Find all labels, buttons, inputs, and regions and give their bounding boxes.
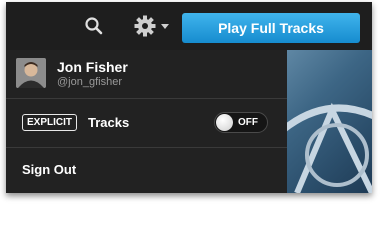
top-bar: Play Full Tracks <box>6 2 372 50</box>
search-icon <box>85 17 103 35</box>
avatar <box>16 58 46 88</box>
play-full-tracks-button[interactable]: Play Full Tracks <box>182 13 360 43</box>
search-button[interactable] <box>72 2 116 50</box>
user-profile-row[interactable]: Jon Fisher @jon_gfisher <box>6 50 287 99</box>
user-name: Jon Fisher <box>57 59 128 75</box>
explicit-tracks-row: EXPLICIT Tracks OFF <box>6 99 287 148</box>
album-art-image <box>287 102 372 193</box>
gear-icon <box>134 15 155 37</box>
chevron-down-icon <box>160 24 169 29</box>
explicit-tracks-label: Tracks <box>88 115 130 130</box>
album-art <box>287 50 372 193</box>
settings-menu: Jon Fisher @jon_gfisher EXPLICIT Tracks … <box>6 50 287 193</box>
player-menu-panel: Play Full Tracks Jon Fisher @jon_gfisher… <box>6 2 372 193</box>
toggle-knob <box>216 114 233 131</box>
explicit-toggle[interactable]: OFF <box>214 112 268 133</box>
explicit-badge: EXPLICIT <box>22 114 78 131</box>
user-photo-icon <box>16 58 46 88</box>
sign-out-link[interactable]: Sign Out <box>22 162 76 177</box>
user-handle: @jon_gfisher <box>57 76 122 88</box>
settings-button[interactable] <box>122 2 180 50</box>
toggle-state-label: OFF <box>238 117 258 128</box>
